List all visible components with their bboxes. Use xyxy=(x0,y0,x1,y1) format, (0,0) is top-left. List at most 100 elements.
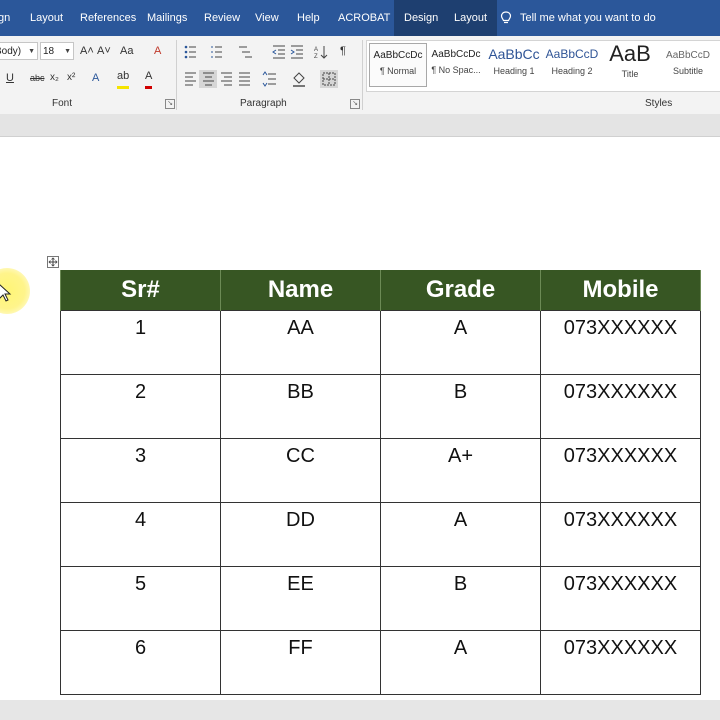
cell-name[interactable]: FF xyxy=(220,630,381,695)
mouse-pointer-icon xyxy=(0,284,12,302)
clear-formatting-button[interactable]: A xyxy=(154,43,161,59)
increase-indent-icon[interactable] xyxy=(290,45,303,59)
header-name[interactable]: Name xyxy=(220,270,381,311)
table-header-row: Sr# Name Grade Mobile xyxy=(60,270,701,311)
cell-mobile[interactable]: 073XXXXXX xyxy=(540,630,701,695)
group-divider xyxy=(176,40,177,110)
style-name: Title xyxy=(621,69,639,79)
font-color-button[interactable]: A xyxy=(145,70,153,89)
multilevel-list-icon[interactable] xyxy=(239,46,252,58)
bullets-icon[interactable] xyxy=(184,45,196,59)
highlight-button[interactable]: ab xyxy=(117,70,130,89)
style-no-spacing[interactable]: AaBbCcDc ¶ No Spac... xyxy=(427,43,485,87)
table-move-handle-icon[interactable] xyxy=(47,256,59,268)
change-case-button[interactable]: Aa xyxy=(120,43,133,59)
style-sample: AaBbCcDc xyxy=(431,49,481,60)
cell-mobile[interactable]: 073XXXXXX xyxy=(540,566,701,631)
cell-sr[interactable]: 2 xyxy=(60,374,221,439)
style-normal[interactable]: AaBbCcDc ¶ Normal xyxy=(369,43,427,87)
show-formatting-button[interactable]: ¶ xyxy=(340,43,346,59)
cell-mobile[interactable]: 073XXXXXX xyxy=(540,310,701,375)
text-effects-button[interactable]: A xyxy=(92,70,99,86)
tab-review[interactable]: Review xyxy=(204,0,240,36)
header-sr[interactable]: Sr# xyxy=(60,270,221,311)
style-heading-2[interactable]: AaBbCcD Heading 2 xyxy=(543,43,601,87)
tab-mailings[interactable]: Mailings xyxy=(147,0,187,36)
cell-mobile[interactable]: 073XXXXXX xyxy=(540,374,701,439)
ruler-area xyxy=(0,114,720,137)
cell-sr[interactable]: 1 xyxy=(60,310,221,375)
table-row: 5 EE B 073XXXXXX xyxy=(60,566,701,631)
cell-name[interactable]: EE xyxy=(220,566,381,631)
style-sample: AaBbCcD xyxy=(666,50,710,61)
align-left-icon[interactable] xyxy=(185,72,196,86)
style-sample: AaB xyxy=(609,41,651,66)
style-name: ¶ Normal xyxy=(379,66,417,76)
tab-table-layout[interactable]: Layout xyxy=(444,0,498,36)
cell-name[interactable]: DD xyxy=(220,502,381,567)
justify-icon[interactable] xyxy=(239,72,250,86)
tab-acrobat[interactable]: ACROBAT xyxy=(338,0,390,36)
table-row: 3 CC A+ 073XXXXXX xyxy=(60,438,701,503)
font-name-value: Body) xyxy=(0,46,22,57)
tab-references[interactable]: References xyxy=(80,0,136,36)
styles-gallery: AaBbCcDc ¶ Normal AaBbCcDc ¶ No Spac... … xyxy=(366,40,720,92)
tab-view[interactable]: View xyxy=(255,0,279,36)
tab-help[interactable]: Help xyxy=(297,0,320,36)
header-grade[interactable]: Grade xyxy=(380,270,541,311)
font-size-combo[interactable]: 18 ▼ xyxy=(40,42,74,60)
ribbon-tab-bar: gn Layout References Mailings Review Vie… xyxy=(0,0,720,36)
tab-table-design[interactable]: Design xyxy=(394,0,449,36)
cell-name[interactable]: BB xyxy=(220,374,381,439)
subscript-button[interactable]: x₂ xyxy=(50,70,59,86)
numbering-icon[interactable] xyxy=(211,46,222,58)
style-sample: AaBbCc xyxy=(488,46,540,62)
font-dialog-launcher-icon[interactable]: ↘ xyxy=(165,99,175,109)
move-arrows-icon xyxy=(48,257,58,267)
cell-sr[interactable]: 4 xyxy=(60,502,221,567)
font-group-label: Font xyxy=(52,98,73,109)
chevron-down-icon: ▼ xyxy=(28,48,35,55)
line-spacing-icon[interactable] xyxy=(262,71,276,87)
cell-grade[interactable]: A xyxy=(380,502,541,567)
shading-icon[interactable] xyxy=(293,72,305,87)
paragraph-dialog-launcher-icon[interactable]: ↘ xyxy=(350,99,360,109)
grow-font-button[interactable]: A˄ xyxy=(80,43,94,59)
styles-group-label: Styles xyxy=(645,98,673,109)
tell-me-text: Tell me what you want to do xyxy=(520,12,656,24)
tell-me-search[interactable]: Tell me what you want to do xyxy=(500,0,656,36)
borders-icon[interactable] xyxy=(320,70,338,88)
cell-sr[interactable]: 6 xyxy=(60,630,221,695)
strikethrough-button[interactable]: abc xyxy=(30,70,45,86)
cell-grade[interactable]: B xyxy=(380,374,541,439)
cell-name[interactable]: CC xyxy=(220,438,381,503)
underline-button[interactable]: U xyxy=(6,70,14,86)
svg-text:A: A xyxy=(314,47,318,53)
style-title[interactable]: AaB Title xyxy=(601,41,659,87)
cell-grade[interactable]: B xyxy=(380,566,541,631)
cell-grade[interactable]: A+ xyxy=(380,438,541,503)
superscript-button[interactable]: x² xyxy=(67,70,75,86)
header-mobile[interactable]: Mobile xyxy=(540,270,701,311)
cell-grade[interactable]: A xyxy=(380,310,541,375)
cell-name[interactable]: AA xyxy=(220,310,381,375)
align-right-icon[interactable] xyxy=(221,72,232,86)
cell-sr[interactable]: 5 xyxy=(60,566,221,631)
table-row: 6 FF A 073XXXXXX xyxy=(60,630,701,695)
table-row: 1 AA A 073XXXXXX xyxy=(60,310,701,375)
font-name-combo[interactable]: Body) ▼ xyxy=(0,42,38,60)
sort-icon[interactable]: A Z xyxy=(314,46,328,60)
cell-grade[interactable]: A xyxy=(380,630,541,695)
cell-mobile[interactable]: 073XXXXXX xyxy=(540,502,701,567)
grades-table: Sr# Name Grade Mobile 1 AA A 073XXXXXX 2… xyxy=(60,270,701,695)
style-heading-1[interactable]: AaBbCc Heading 1 xyxy=(485,43,543,87)
shrink-font-button[interactable]: A˅ xyxy=(97,43,111,59)
tab-design-partial[interactable]: gn xyxy=(0,0,10,36)
tab-layout[interactable]: Layout xyxy=(30,0,63,36)
cell-sr[interactable]: 3 xyxy=(60,438,221,503)
cell-mobile[interactable]: 073XXXXXX xyxy=(540,438,701,503)
ribbon: Body) ▼ 18 ▼ A˄ A˅ Aa A U abc x₂ x² A ab A… xyxy=(0,36,720,115)
paragraph-row-2 xyxy=(185,70,338,88)
style-subtitle[interactable]: AaBbCcD Subtitle xyxy=(659,43,717,87)
decrease-indent-icon[interactable] xyxy=(272,45,285,59)
